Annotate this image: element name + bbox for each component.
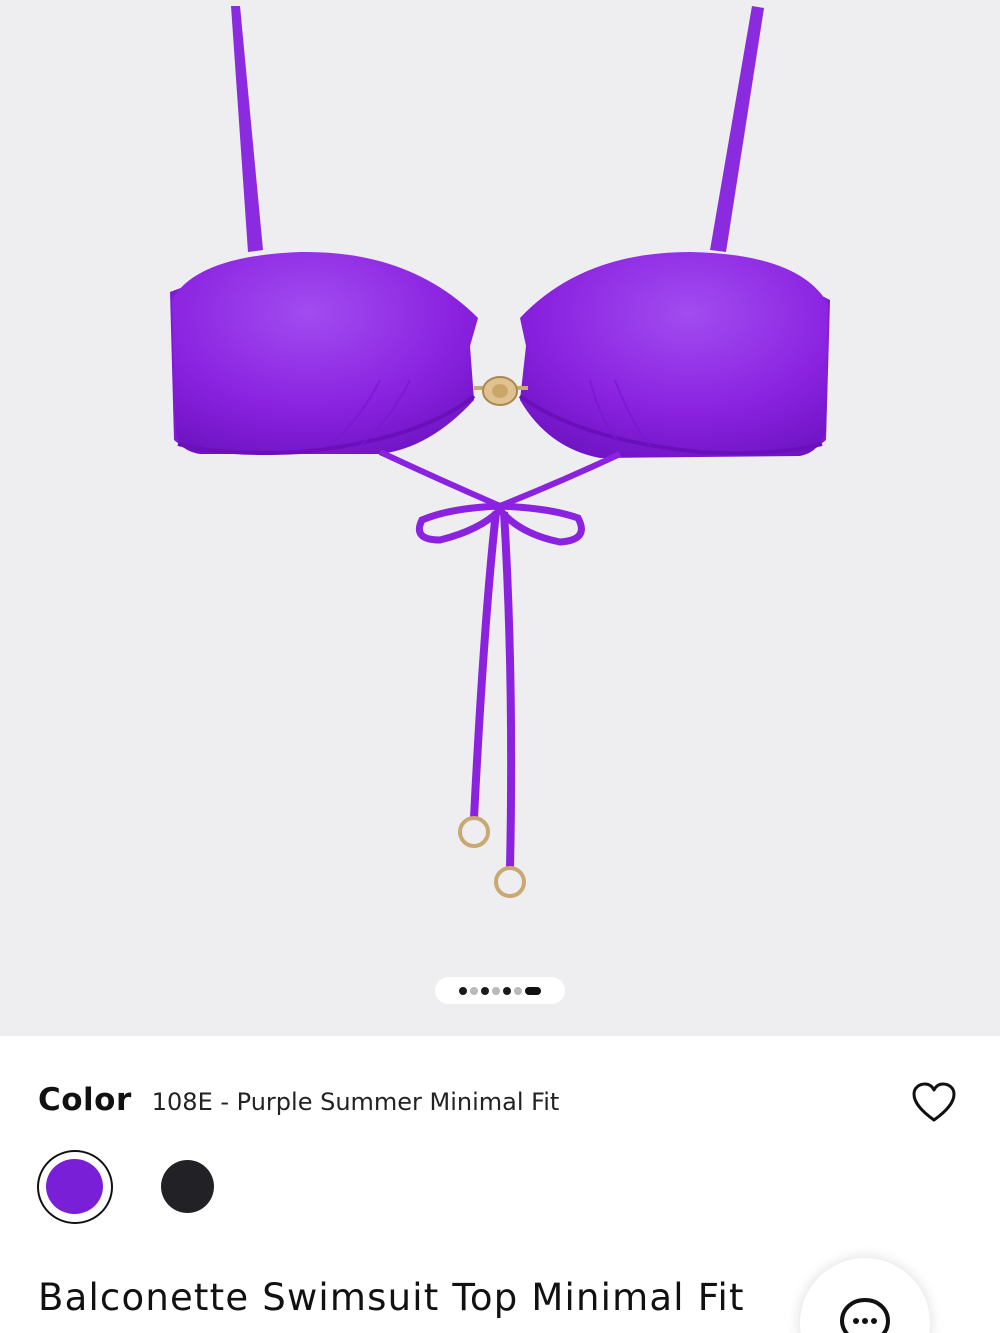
color-label: Color	[38, 1082, 132, 1118]
favorite-button[interactable]	[910, 1080, 958, 1124]
product-gallery[interactable]	[0, 0, 1000, 1036]
heart-icon	[912, 1082, 956, 1122]
chat-bubble-icon	[840, 1298, 890, 1333]
pager-dot[interactable]	[481, 986, 489, 995]
pager-dot[interactable]	[492, 986, 500, 995]
product-image	[170, 6, 830, 898]
pager-dot[interactable]	[470, 986, 478, 995]
image-pager[interactable]	[435, 977, 565, 1004]
pager-dot[interactable]	[503, 986, 511, 995]
swatch-fill	[46, 1159, 103, 1214]
pager-dot[interactable]	[459, 986, 467, 995]
pager-dot[interactable]	[514, 986, 522, 995]
color-row: Color 108E - Purple Summer Minimal Fit	[38, 1082, 559, 1118]
color-value: 108E - Purple Summer Minimal Fit	[151, 1088, 560, 1116]
pager-dot-active[interactable]	[525, 986, 541, 995]
color-swatch-black[interactable]	[161, 1160, 214, 1213]
product-title: Balconette Swimsuit Top Minimal Fit	[38, 1276, 745, 1319]
color-swatch-purple[interactable]	[37, 1150, 113, 1224]
